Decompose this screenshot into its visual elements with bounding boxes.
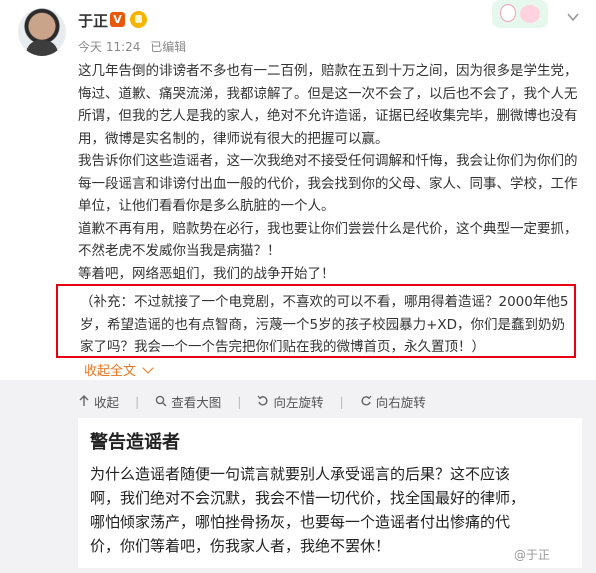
highlighted-supplement: （补充：不过就接了一个电竞剧，不喜欢的可以不看，哪用得着造谣？2000年他5岁，… (56, 284, 576, 358)
view-large-button[interactable]: 查看大图 (155, 392, 221, 411)
divider: | (237, 393, 242, 409)
post-paragraph: 等着吧，网络恶蛆们，我们的战争开始了！ (78, 265, 335, 282)
member-badge-icon (130, 11, 147, 28)
rotate-left-label: 向左旋转 (273, 394, 324, 410)
post-body: 这几年告倒的诽谤者不多也有一二百例，赔款在五到十万之间，因为很多是学生党，悔过、… (78, 60, 578, 285)
image-title: 警告造谣者 (90, 432, 180, 453)
collapse-button[interactable]: 收起 (78, 392, 119, 411)
divider: | (135, 393, 140, 409)
post-paragraph: 这几年告倒的诽谤者不多也有一二百例，赔款在五到十万之间，因为很多是学生党，悔过、… (78, 63, 578, 147)
rotate-right-icon (361, 395, 372, 406)
view-large-label: 查看大图 (171, 394, 222, 410)
rotate-left-button[interactable]: 向左旋转 (257, 392, 323, 411)
rotate-left-icon (258, 395, 268, 406)
verified-badge: V (110, 12, 125, 27)
post-paragraph: 我告诉你们这些造谣者，这一次我绝对不接受任何调解和忏悔，我会让你们为你们的每一段… (78, 153, 578, 214)
image-body-text: 为什么造谣者随便一句谎言就要别人承受谣言的后果？这不应该啊，我们绝对不会沉默，我… (90, 465, 526, 555)
post-time[interactable]: 今天 11:24 (78, 40, 140, 54)
magnifier-icon (155, 395, 167, 407)
divider: | (339, 393, 344, 409)
post-paragraph: 道歉不再有用，赔款势在必行，我也要让你们尝尝什么是代价，这个典型一定要抓，不然老… (78, 220, 578, 260)
supplement-text: （补充：不过就接了一个电竞剧，不喜欢的可以不看，哪用得着造谣？2000年他5岁，… (80, 294, 569, 355)
collapse-label: 收起全文 (84, 364, 137, 379)
post-meta: 今天 11:24 已编辑 (78, 38, 192, 55)
post-header: 于正 V 今天 11:24 已编辑 (0, 0, 596, 58)
image-toolbar: 收起 | 查看大图 | 向左旋转 | 向右旋转 (78, 390, 442, 412)
image-watermark: @于正 (514, 548, 551, 562)
arrow-up-icon (79, 395, 89, 406)
avatar[interactable] (18, 8, 66, 56)
attached-image[interactable]: 警告造谣者 为什么造谣者随便一句谎言就要别人承受谣言的后果？这不应该啊，我们绝对… (78, 418, 582, 568)
rotate-right-label: 向右旋转 (375, 394, 426, 410)
rotate-right-button[interactable]: 向右旋转 (360, 392, 426, 411)
edited-label: 已编辑 (150, 40, 187, 54)
decorative-sticker-icon (492, 0, 548, 28)
chevron-down-icon[interactable] (566, 10, 580, 24)
chevron-up-icon (142, 362, 154, 374)
collapse-full-text-link[interactable]: 收起全文 (84, 360, 154, 379)
author-name[interactable]: 于正 (78, 10, 108, 31)
collapse-button-label: 收起 (94, 394, 120, 410)
